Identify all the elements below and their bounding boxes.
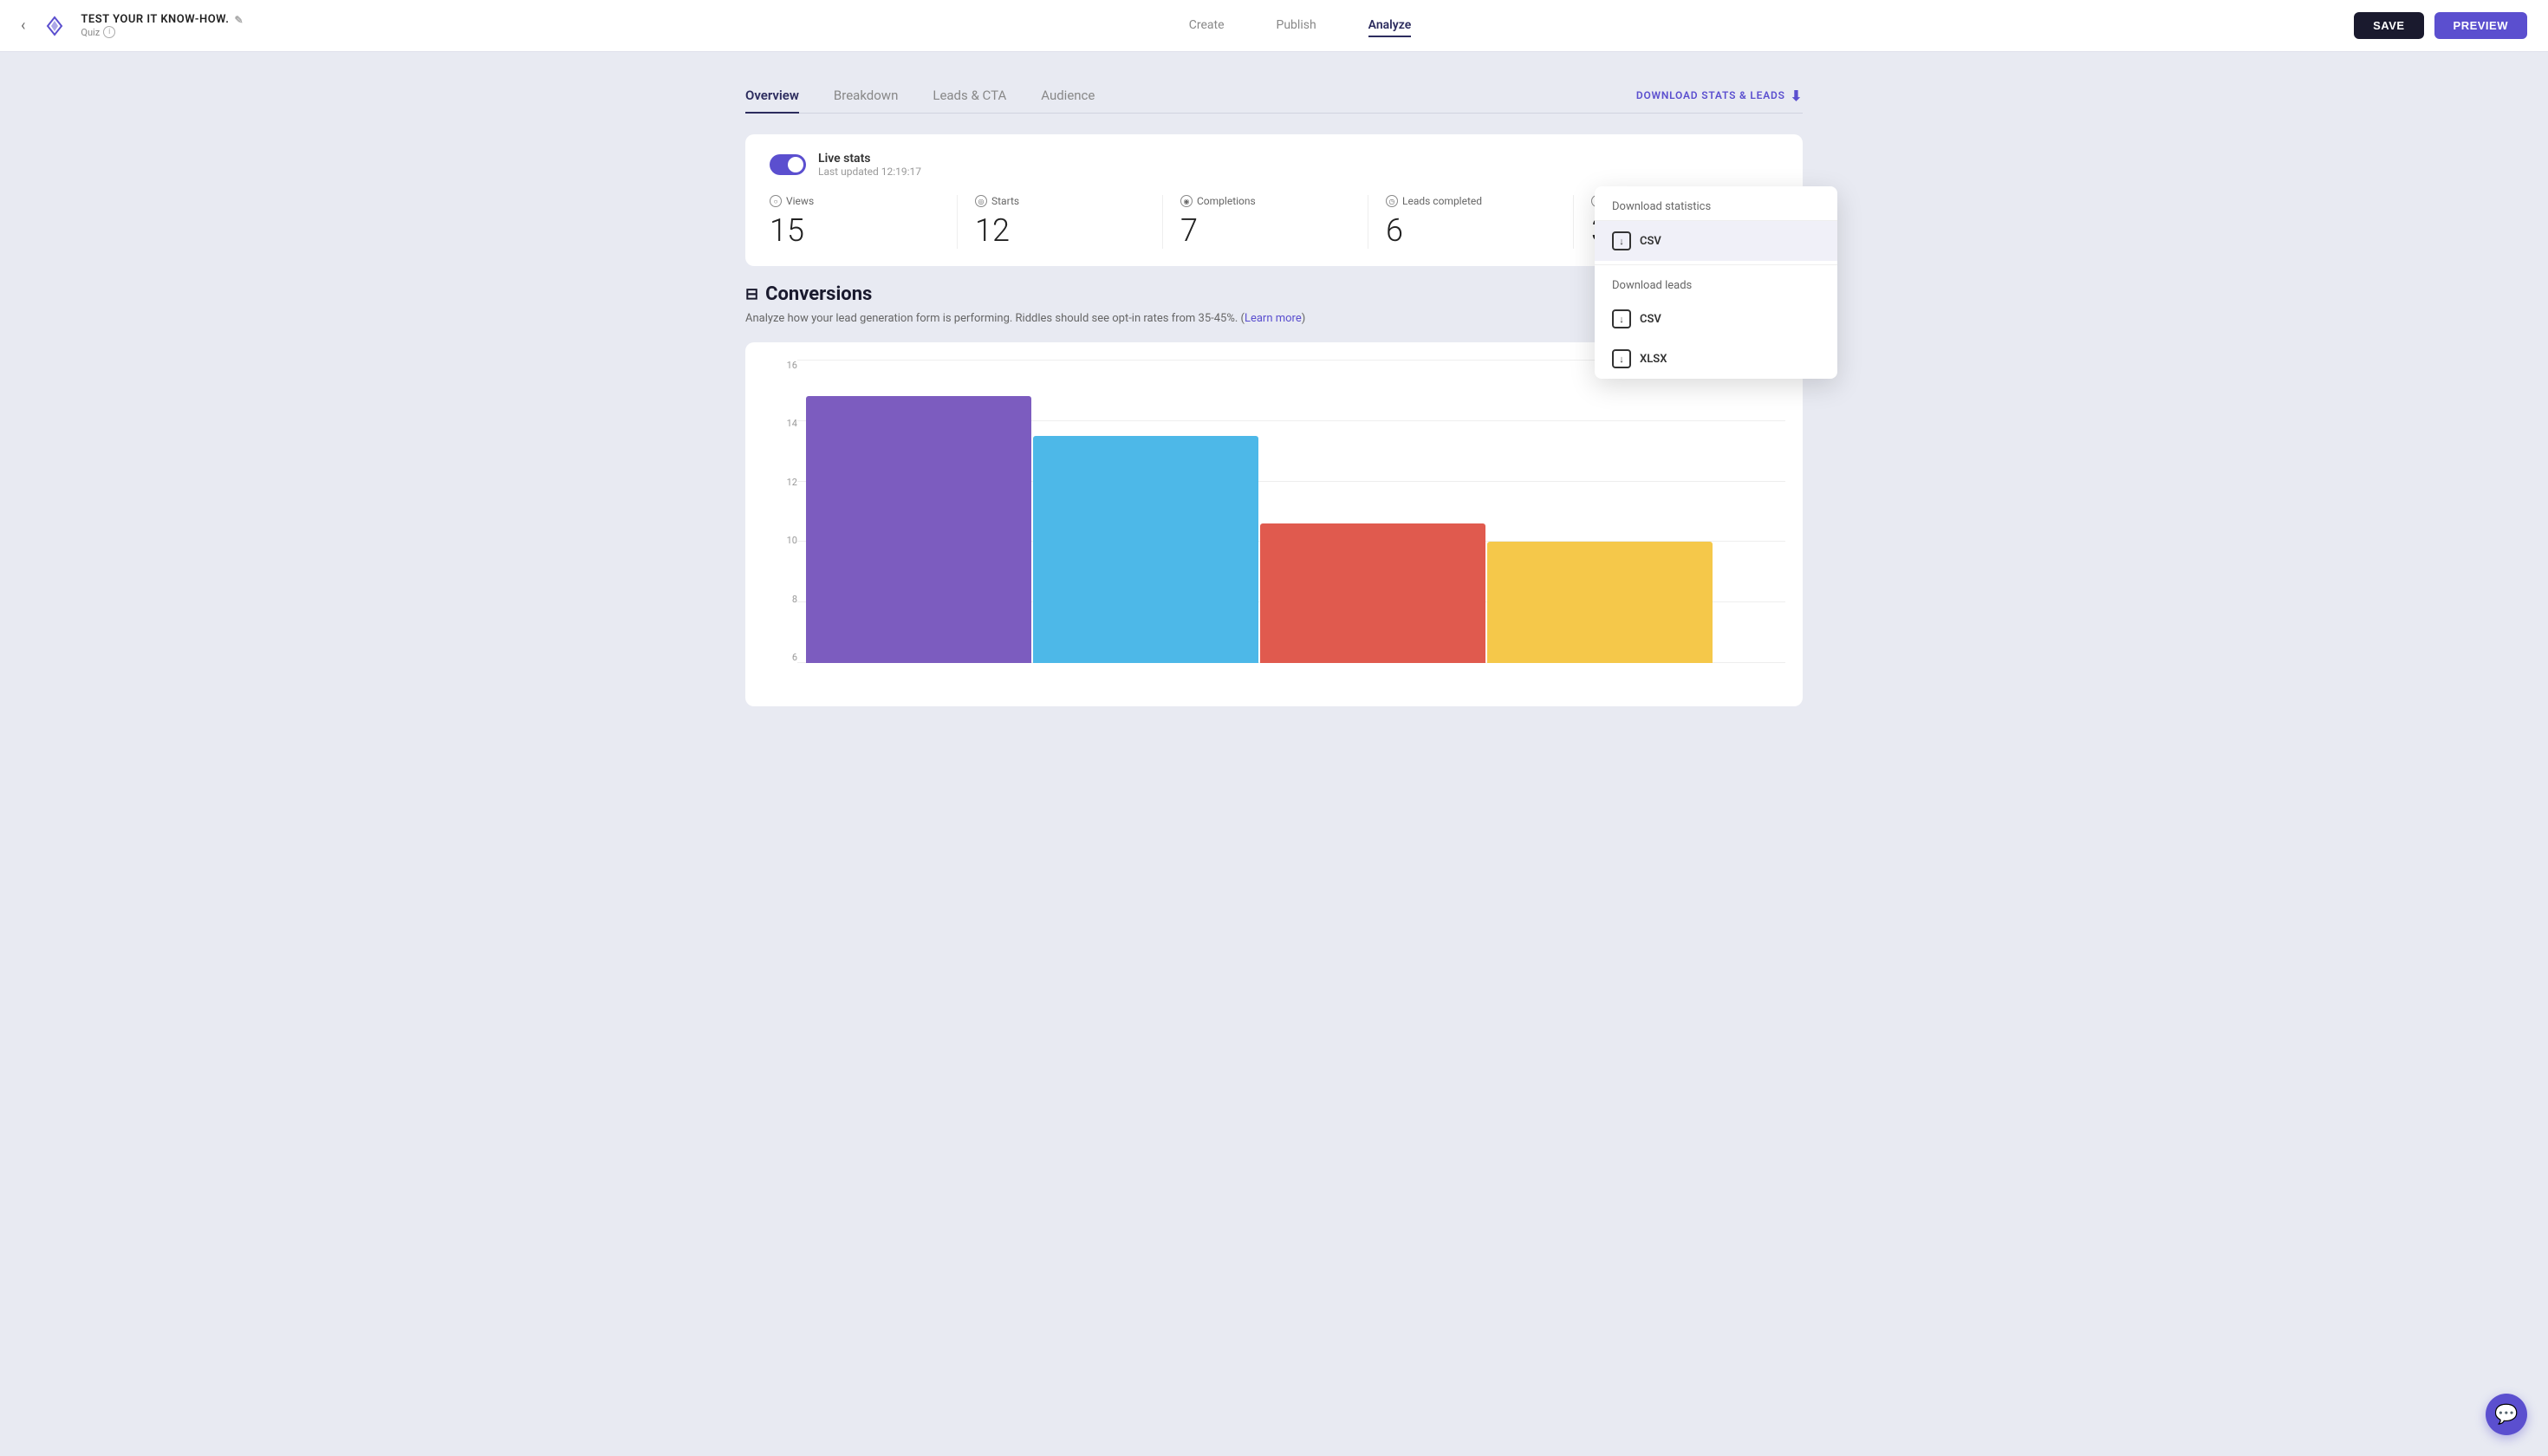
main-content: Overview Breakdown Leads & CTA Audience … <box>711 52 1837 732</box>
y-axis: 16 14 12 10 8 6 <box>771 360 797 689</box>
tab-audience[interactable]: Audience <box>1041 79 1095 114</box>
leads-icon: ◷ <box>1386 195 1398 207</box>
tab-leads-cta[interactable]: Leads & CTA <box>933 79 1006 114</box>
tab-overview[interactable]: Overview <box>745 79 799 114</box>
dropdown-stats-title: Download statistics <box>1595 186 1837 221</box>
csv-leads-icon: ↓ <box>1612 309 1631 328</box>
live-stats-text: Live stats Last updated 12:19:17 <box>818 152 921 178</box>
metric-leads-label: ◷ Leads completed <box>1386 195 1556 207</box>
topnav-right: SAVE PREVIEW <box>2354 12 2527 39</box>
live-stats-toggle[interactable] <box>770 154 806 175</box>
edit-title-icon[interactable]: ✎ <box>234 14 244 26</box>
live-stats-updated: Last updated 12:19:17 <box>818 166 921 178</box>
metric-views-value: 15 <box>770 212 939 249</box>
project-subtitle: Quiz i <box>81 26 244 38</box>
project-title: TEST YOUR IT KNOW-HOW. ✎ <box>81 13 244 26</box>
metric-views: ○ Views 15 <box>770 195 958 249</box>
learn-more-link[interactable]: Learn more <box>1245 312 1302 325</box>
top-navigation: ‹ TEST YOUR IT KNOW-HOW. ✎ Quiz i Create… <box>0 0 2548 52</box>
tabs-bar: Overview Breakdown Leads & CTA Audience … <box>745 78 1803 114</box>
dropdown-leads-csv[interactable]: ↓ CSV <box>1595 299 1837 339</box>
nav-analyze[interactable]: Analyze <box>1368 15 1412 37</box>
completions-icon: ◉ <box>1180 195 1193 207</box>
metric-starts-value: 12 <box>975 212 1145 249</box>
xlsx-leads-icon: ↓ <box>1612 349 1631 368</box>
tab-breakdown[interactable]: Breakdown <box>834 79 898 114</box>
chart-area <box>797 360 1785 689</box>
metric-completions-value: 7 <box>1180 212 1350 249</box>
dropdown-leads-xlsx[interactable]: ↓ XLSX <box>1595 339 1837 379</box>
starts-icon: ◎ <box>975 195 987 207</box>
bar-starts <box>1033 436 1258 664</box>
chart-inner: 16 14 12 10 8 6 <box>771 360 1785 689</box>
metric-completions-label: ◉ Completions <box>1180 195 1350 207</box>
metric-starts-label: ◎ Starts <box>975 195 1145 207</box>
dropdown-leads-title: Download leads <box>1595 269 1837 299</box>
csv-stats-icon: ↓ <box>1612 231 1631 250</box>
download-stats-icon: ⬇ <box>1791 88 1803 104</box>
chat-icon: 💬 <box>2494 1404 2518 1426</box>
logo-icon <box>39 10 70 42</box>
topnav-left: ‹ TEST YOUR IT KNOW-HOW. ✎ Quiz i <box>21 10 246 42</box>
back-button[interactable]: ‹ <box>21 16 25 35</box>
preview-button[interactable]: PREVIEW <box>2434 12 2527 39</box>
info-icon[interactable]: i <box>103 26 115 38</box>
metric-leads-value: 6 <box>1386 212 1556 249</box>
nav-create[interactable]: Create <box>1189 15 1225 37</box>
download-stats-button[interactable]: DOWNLOAD STATS & LEADS ⬇ <box>1636 88 1803 104</box>
chart-container: 16 14 12 10 8 6 <box>745 342 1803 706</box>
title-block: TEST YOUR IT KNOW-HOW. ✎ Quiz i <box>81 13 244 38</box>
bar-views <box>806 396 1031 663</box>
metric-starts: ◎ Starts 12 <box>958 195 1163 249</box>
bar-completions <box>1260 523 1485 663</box>
metric-views-label: ○ Views <box>770 195 939 207</box>
dropdown-stats-csv[interactable]: ↓ CSV <box>1595 221 1837 261</box>
views-icon: ○ <box>770 195 782 207</box>
live-stats-header: Live stats Last updated 12:19:17 <box>770 152 1778 178</box>
metric-leads: ◷ Leads completed 6 <box>1368 195 1574 249</box>
nav-publish[interactable]: Publish <box>1277 15 1316 37</box>
live-stats-label: Live stats <box>818 152 921 166</box>
filter-icon: ⊟ <box>745 285 758 303</box>
download-dropdown: Download statistics ↓ CSV Download leads… <box>1595 186 1837 379</box>
chat-button[interactable]: 💬 <box>2486 1394 2527 1435</box>
bar-leads <box>1487 542 1713 663</box>
dropdown-divider <box>1595 264 1837 265</box>
bars-row <box>797 360 1785 663</box>
topnav-center-nav: Create Publish Analyze <box>246 15 2354 37</box>
save-button[interactable]: SAVE <box>2354 12 2423 39</box>
metric-completions: ◉ Completions 7 <box>1163 195 1368 249</box>
